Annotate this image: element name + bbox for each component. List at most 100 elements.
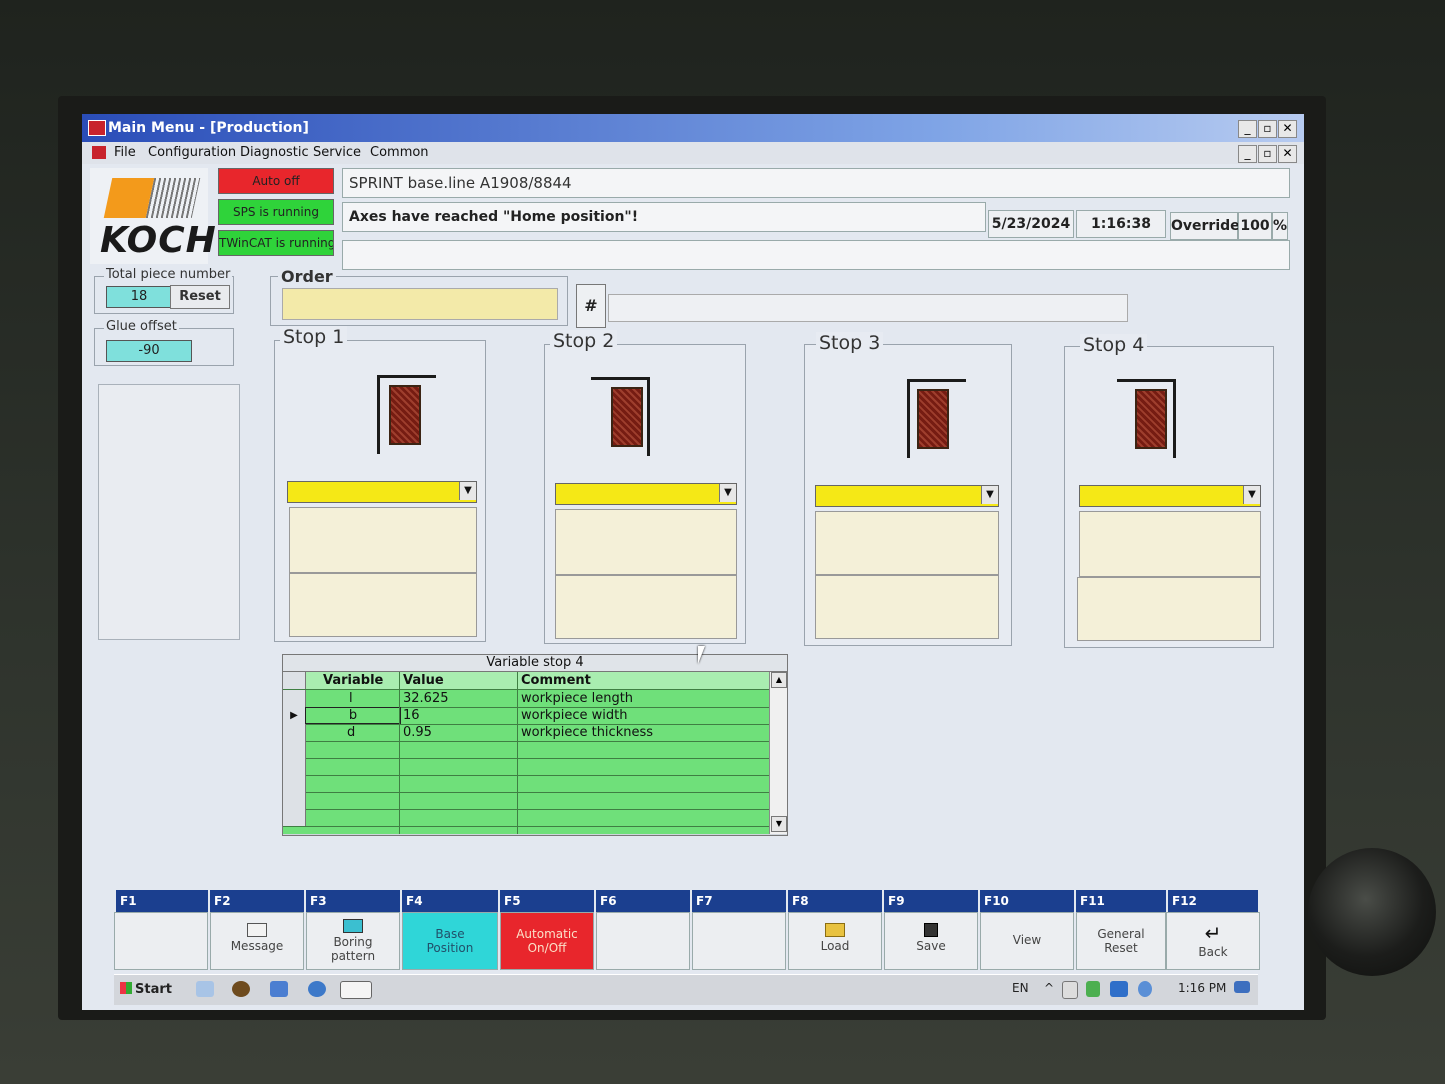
table-row[interactable] [283, 758, 769, 776]
tray-security-icon[interactable] [1086, 981, 1100, 997]
stop-4-dropdown[interactable]: ▼ [1079, 485, 1261, 507]
date-display: 5/23/2024 [988, 210, 1074, 238]
table-header-row: Variable Value Comment [283, 672, 769, 690]
menu-common[interactable]: Common [370, 142, 429, 164]
fkey-label-f4: F4 [400, 890, 496, 912]
stop-1-panel: ▼ [274, 340, 486, 642]
stop-2-dropdown[interactable]: ▼ [555, 483, 737, 505]
table-row[interactable] [283, 809, 769, 827]
override-unit: % [1272, 212, 1288, 240]
start-label: Start [135, 982, 172, 997]
chevron-down-icon[interactable]: ▼ [1243, 486, 1260, 504]
order-input[interactable] [282, 288, 558, 320]
tray-elo-icon[interactable] [1110, 981, 1128, 997]
chevron-down-icon[interactable]: ▼ [719, 484, 736, 502]
menu-configuration[interactable]: Configuration [148, 142, 236, 164]
variable-cell[interactable]: d [347, 724, 387, 741]
order-number-field[interactable] [608, 294, 1128, 322]
child-restore-button[interactable]: ▫ [1258, 145, 1277, 163]
stop-3-box-upper [815, 511, 999, 575]
f8-load-button[interactable]: Load [788, 912, 882, 970]
value-cell[interactable]: 32.625 [403, 690, 513, 707]
f12-back-button[interactable]: ↵ Back [1166, 912, 1260, 970]
table-row[interactable] [283, 792, 769, 810]
f2-message-button[interactable]: Message [210, 912, 304, 970]
table-row[interactable]: l 32.625 workpiece length [283, 690, 769, 708]
table-row[interactable] [283, 775, 769, 793]
table-row[interactable]: d 0.95 workpiece thickness [283, 724, 769, 742]
start-button[interactable]: Start [120, 979, 176, 1001]
stop-3-dropdown[interactable]: ▼ [815, 485, 999, 507]
auto-off-indicator: Auto off [218, 168, 334, 194]
order-number-button[interactable]: # [576, 284, 606, 328]
f7-button[interactable] [692, 912, 786, 970]
hmi-screen: Main Menu - [Production] _ ▫ ✕ File Conf… [82, 114, 1304, 1010]
comment-cell[interactable]: workpiece thickness [521, 724, 761, 741]
scroll-up-icon[interactable]: ▲ [771, 672, 787, 688]
variable-cell[interactable]: b [305, 707, 401, 724]
f5-automatic-button[interactable]: Automatic On/Off [500, 912, 594, 970]
table-row[interactable]: ▶ b 16 workpiece width [283, 707, 769, 725]
close-button[interactable]: ✕ [1278, 120, 1297, 138]
column-header-value[interactable]: Value [403, 672, 513, 689]
f6-button[interactable] [596, 912, 690, 970]
keyboard-icon[interactable] [270, 981, 288, 997]
menu-file[interactable]: File [114, 142, 136, 164]
explorer-icon[interactable] [196, 981, 214, 997]
koch-task-button[interactable] [340, 981, 372, 999]
total-piece-label: Total piece number [104, 267, 233, 282]
menu-service[interactable]: Service [313, 142, 361, 164]
variable-cell[interactable]: l [349, 690, 389, 707]
tray-network-icon[interactable] [1062, 981, 1078, 999]
table-scrollbar[interactable]: ▲ ▼ [769, 672, 787, 834]
f3-boring-pattern-button[interactable]: Boring pattern [306, 912, 400, 970]
chevron-down-icon[interactable]: ▼ [981, 486, 998, 504]
show-desktop-icon[interactable] [1234, 981, 1250, 993]
title-bar: Main Menu - [Production] _ ▫ ✕ [82, 114, 1304, 142]
stop-1-dropdown[interactable]: ▼ [287, 481, 477, 503]
menu-diagnostic[interactable]: Diagnostic [240, 142, 309, 164]
tray-globe-icon[interactable] [1138, 981, 1152, 997]
column-header-variable[interactable]: Variable [323, 672, 397, 689]
f3-label: Boring pattern [330, 935, 376, 963]
window-title: Main Menu - [Production] [108, 120, 309, 136]
scroll-down-icon[interactable]: ▼ [771, 816, 787, 832]
language-indicator[interactable]: EN [1012, 981, 1029, 995]
f10-view-button[interactable]: View [980, 912, 1074, 970]
row-indicator [283, 672, 306, 689]
folder-icon [825, 923, 845, 937]
maximize-button[interactable]: ▫ [1258, 120, 1277, 138]
row-indicator [283, 775, 306, 792]
stop-2-box-upper [555, 509, 737, 575]
remote-icon[interactable] [308, 981, 326, 997]
stop-4-box-upper [1079, 511, 1261, 577]
app-shortcut-icon[interactable] [232, 981, 250, 997]
glue-offset-value[interactable]: -90 [106, 340, 192, 362]
f1-button[interactable] [114, 912, 208, 970]
stop-2-title: Stop 2 [550, 330, 618, 352]
comment-cell[interactable]: workpiece width [521, 707, 761, 724]
value-cell[interactable]: 0.95 [403, 724, 513, 741]
row-indicator [283, 809, 306, 826]
f11-label: General Reset [1097, 927, 1145, 955]
f11-general-reset-button[interactable]: General Reset [1076, 912, 1166, 970]
app-icon [88, 120, 106, 136]
tray-expand-icon[interactable]: ^ [1044, 981, 1054, 995]
chevron-down-icon[interactable]: ▼ [459, 482, 476, 500]
fkey-label-f3: F3 [304, 890, 398, 912]
table-row[interactable] [283, 741, 769, 759]
stop-1-box-upper [289, 507, 477, 573]
variable-table: Variable stop 4 Variable Value Comment l… [282, 654, 788, 836]
child-minimize-button[interactable]: _ [1238, 145, 1257, 163]
column-header-comment[interactable]: Comment [521, 672, 761, 689]
reset-button[interactable]: Reset [170, 285, 230, 309]
mouse-cursor-icon [698, 646, 705, 664]
f9-save-button[interactable]: Save [884, 912, 978, 970]
value-cell[interactable]: 16 [403, 707, 513, 724]
stop-4-panel: ▼ [1064, 346, 1274, 648]
minimize-button[interactable]: _ [1238, 120, 1257, 138]
comment-cell[interactable]: workpiece length [521, 690, 761, 707]
child-close-button[interactable]: ✕ [1278, 145, 1297, 163]
fkey-label-f2: F2 [208, 890, 302, 912]
f4-base-position-button[interactable]: Base Position [402, 912, 498, 970]
